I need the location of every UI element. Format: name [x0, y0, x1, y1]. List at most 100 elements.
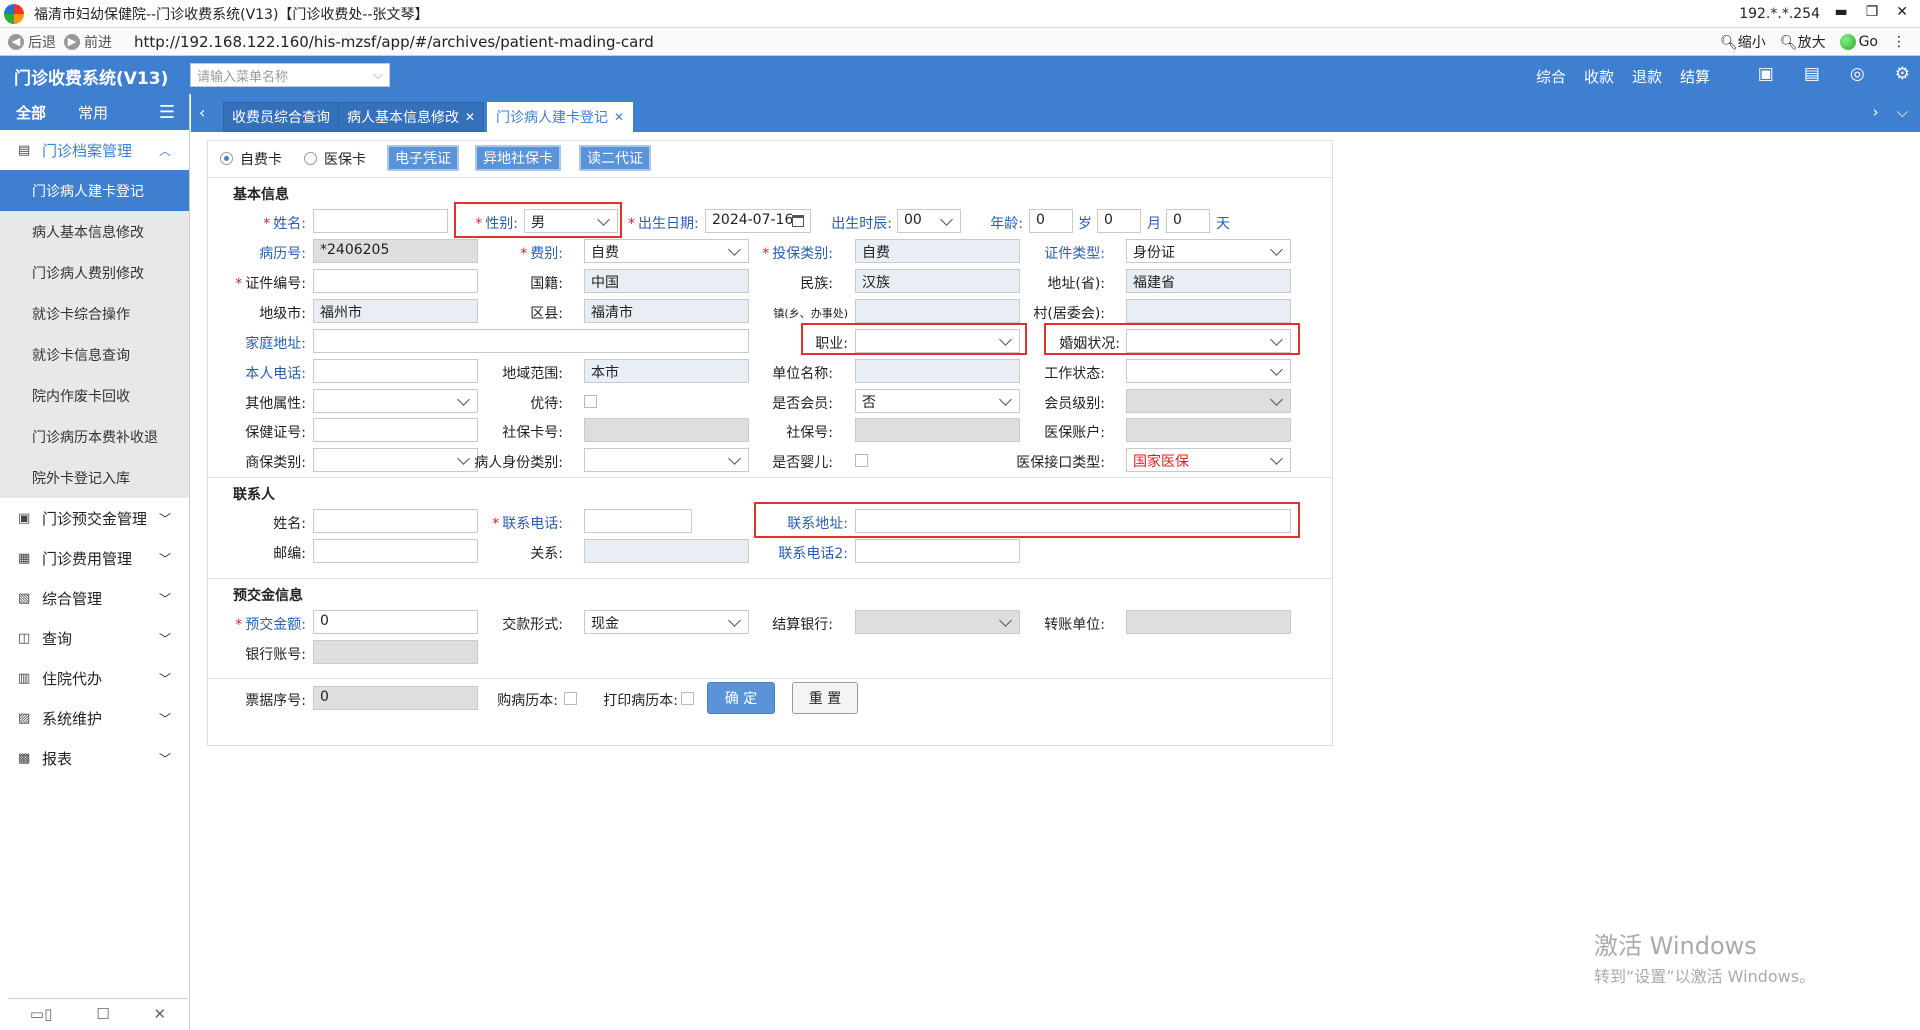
home-address-input[interactable] [313, 329, 749, 353]
is-infant-checkbox[interactable] [855, 454, 868, 467]
back-button[interactable]: ◀ 后退 [8, 32, 56, 52]
remote-social-card-button[interactable]: 异地社保卡 [475, 145, 561, 171]
nav-receive[interactable]: 收款 [1584, 66, 1614, 87]
zoom-out-button[interactable]: 🔍︎缩小 [1720, 32, 1766, 52]
gender-select[interactable]: 男 [524, 209, 618, 233]
sidebar-item-create-card[interactable]: 门诊病人建卡登记 [0, 170, 189, 211]
close-icon[interactable]: ✕ [154, 1005, 167, 1023]
e-voucher-button[interactable]: 电子凭证 [387, 145, 459, 171]
sidebar-group-inpatient[interactable]: ▥ 住院代办 ﹀ [0, 658, 189, 698]
fee-type-select[interactable]: 自费 [584, 239, 749, 263]
nav-settle[interactable]: 结算 [1680, 66, 1710, 87]
calendar-icon[interactable] [792, 215, 804, 227]
preferential-checkbox[interactable] [584, 395, 597, 408]
confirm-button[interactable]: 确 定 [707, 682, 775, 714]
tab-cashier-query[interactable]: 收费员综合查询 [223, 102, 339, 132]
contact-phone-input[interactable] [584, 509, 692, 533]
health-no-input[interactable] [313, 418, 478, 442]
sidebar-item-card-ops[interactable]: 就诊卡综合操作 [0, 293, 189, 334]
more-icon[interactable]: ⋮ [1892, 34, 1906, 50]
sidebar-item-record-book-fee[interactable]: 门诊病历本费补收退 [0, 416, 189, 457]
buy-record-book-checkbox[interactable] [564, 692, 577, 705]
sidebar-group-report[interactable]: ▩ 报表 ﹀ [0, 738, 189, 778]
age-year-input[interactable]: 0 [1029, 209, 1073, 233]
marital-status-select[interactable] [1126, 329, 1291, 353]
contact-phone2-input[interactable] [855, 539, 1020, 563]
minimize-icon[interactable]: ▬ [1834, 4, 1847, 20]
print-record-book-checkbox[interactable] [681, 692, 694, 705]
url-field[interactable]: http://192.168.122.160/his-mzsf/app/#/ar… [134, 33, 654, 51]
sidebar-item-card-query[interactable]: 就诊卡信息查询 [0, 334, 189, 375]
county-input[interactable]: 福清市 [584, 299, 749, 323]
sidebar-item-external-card[interactable]: 院外卡登记入库 [0, 457, 189, 498]
coin-icon[interactable]: ◎ [1850, 64, 1865, 84]
nav-comprehensive[interactable]: 综合 [1536, 66, 1566, 87]
document-icon[interactable]: ▤ [1804, 64, 1820, 84]
restore-icon[interactable]: ❐ [1866, 4, 1879, 20]
age-day-input[interactable]: 0 [1166, 209, 1210, 233]
read-id-card-button[interactable]: 读二代证 [579, 145, 651, 171]
deposit-amount-input[interactable]: 0 [313, 610, 478, 634]
region-scope-input[interactable]: 本市 [584, 359, 749, 383]
tile-icon[interactable]: ▭▯ [30, 1005, 52, 1023]
sidebar-group-manage[interactable]: ▧ 综合管理 ﹀ [0, 578, 189, 618]
close-icon[interactable]: ✕ [1896, 4, 1908, 20]
chevron-right-icon[interactable]: › [1873, 103, 1879, 121]
sidebar-item-edit-fee-type[interactable]: 门诊病人费别修改 [0, 252, 189, 293]
sidebar-tab-common[interactable]: 常用 [62, 102, 124, 123]
maximize-icon[interactable]: ☐ [96, 1005, 109, 1023]
zoom-in-button[interactable]: 🔍︎放大 [1780, 32, 1826, 52]
self-pay-card-radio[interactable] [220, 152, 233, 165]
name-input[interactable] [313, 209, 448, 233]
tab-edit-patient-info[interactable]: 病人基本信息修改 ✕ [338, 102, 485, 132]
screen-icon[interactable]: ▣ [1758, 64, 1774, 84]
relation-input[interactable] [584, 539, 749, 563]
tab-create-card[interactable]: 门诊病人建卡登记 ✕ [487, 102, 634, 132]
town-input[interactable] [855, 299, 1020, 323]
payment-method-select[interactable]: 现金 [584, 610, 749, 634]
sidebar-item-edit-info[interactable]: 病人基本信息修改 [0, 211, 189, 252]
insurance-category-input[interactable]: 自费 [855, 239, 1020, 263]
chevron-left-icon[interactable]: ‹ [199, 103, 205, 122]
menu-search-input[interactable]: 请输入菜单名称 ⌵ [190, 63, 390, 87]
other-attr-select[interactable] [313, 389, 478, 413]
nav-refund[interactable]: 退款 [1632, 66, 1662, 87]
id-type-select[interactable]: 身份证 [1126, 239, 1291, 263]
postcode-input[interactable] [313, 539, 478, 563]
sidebar-group-archive[interactable]: ▤ 门诊档案管理 ︿ [0, 130, 189, 170]
tab-close-icon[interactable]: ✕ [465, 110, 475, 124]
sidebar-group-deposit[interactable]: ▣ 门诊预交金管理 ﹀ [0, 498, 189, 538]
village-input[interactable] [1126, 299, 1291, 323]
go-button[interactable]: Go [1839, 33, 1878, 50]
hamburger-menu-icon[interactable]: ☰ [159, 102, 175, 123]
sidebar-group-system[interactable]: ▨ 系统维护 ﹀ [0, 698, 189, 738]
insurance-interface-select[interactable]: 国家医保 [1126, 448, 1291, 472]
tab-close-icon[interactable]: ✕ [614, 110, 624, 124]
work-status-select[interactable] [1126, 359, 1291, 383]
province-input[interactable]: 福建省 [1126, 269, 1291, 293]
patient-identity-select[interactable] [584, 448, 749, 472]
sidebar-group-query[interactable]: ◫ 查询 ﹀ [0, 618, 189, 658]
contact-name-input[interactable] [313, 509, 478, 533]
id-no-input[interactable] [313, 269, 478, 293]
sidebar-item-void-card[interactable]: 院内作废卡回收 [0, 375, 189, 416]
sidebar-tab-all[interactable]: 全部 [0, 102, 62, 123]
employer-input[interactable] [855, 359, 1020, 383]
age-month-input[interactable]: 0 [1097, 209, 1141, 233]
reset-button[interactable]: 重 置 [792, 682, 858, 714]
forward-button[interactable]: ▶ 前进 [64, 32, 112, 52]
insurance-card-radio[interactable] [304, 152, 317, 165]
occupation-select[interactable] [855, 329, 1020, 353]
city-input[interactable]: 福州市 [313, 299, 478, 323]
contact-address-input[interactable] [855, 509, 1291, 533]
is-member-select[interactable]: 否 [855, 389, 1020, 413]
ethnicity-input[interactable]: 汉族 [855, 269, 1020, 293]
nationality-input[interactable]: 中国 [584, 269, 749, 293]
gear-icon[interactable]: ⚙ [1895, 64, 1910, 84]
birth-hour-select[interactable]: 00 [897, 209, 961, 233]
birth-date-input[interactable]: 2024-07-16 [705, 209, 811, 233]
phone-input[interactable] [313, 359, 478, 383]
sidebar-group-fee[interactable]: ▦ 门诊费用管理 ﹀ [0, 538, 189, 578]
tab-bar: ‹ 收费员综合查询 病人基本信息修改 ✕ 门诊病人建卡登记 ✕ › ⌵ [190, 94, 1920, 132]
chevron-down-icon[interactable]: ⌵ [1897, 103, 1908, 121]
